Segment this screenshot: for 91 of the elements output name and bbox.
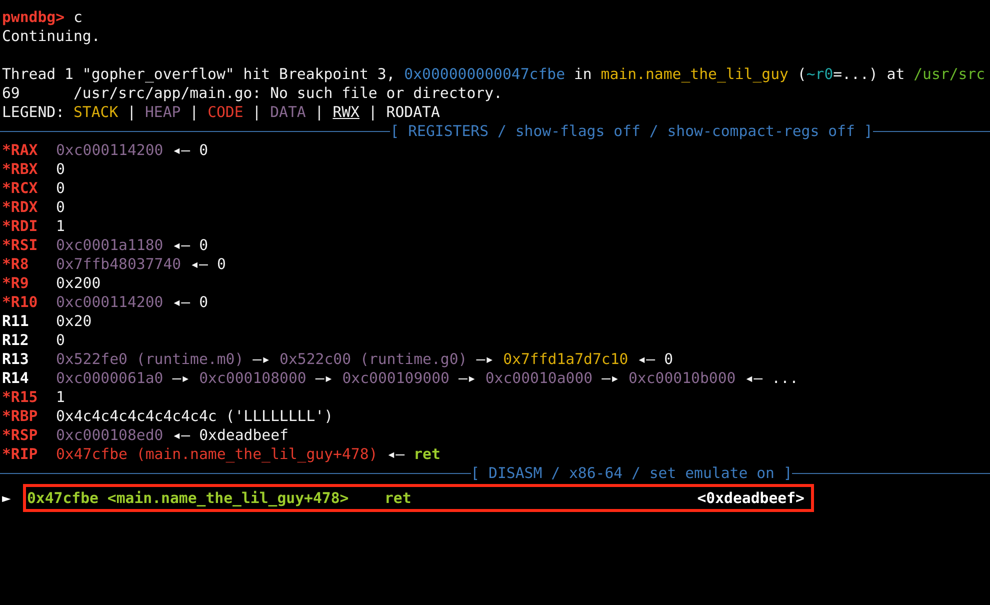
- heap-text: 0xc0001a1180: [56, 236, 164, 255]
- output-text: 0x200: [56, 274, 101, 293]
- output-text: 0x4c4c4c4c4c4c4c4c ('LLLLLLLL'): [56, 407, 334, 426]
- section-title: [ DISASM / x86-64 / set emulate on ]: [470, 464, 792, 483]
- register-name: *RDI: [2, 217, 39, 236]
- output-text: —▸: [315, 369, 334, 388]
- output-text: —▸: [602, 369, 620, 388]
- output-text: 0: [664, 350, 674, 369]
- output-text: in: [572, 65, 593, 84]
- heap-text: 0x522c00 (runtime.g0): [280, 350, 468, 369]
- heap-text: HEAP: [145, 103, 181, 122]
- register-name: R12: [2, 331, 30, 350]
- output-text: 1: [56, 388, 65, 407]
- output-text: 1: [56, 217, 65, 236]
- output-text: |: [126, 103, 138, 122]
- stack-text: STACK: [74, 103, 118, 122]
- output-text: |: [251, 103, 262, 122]
- output-text: ◂—: [172, 426, 190, 445]
- heap-text: 0xc00010a000: [485, 369, 593, 388]
- output-text: —▸: [458, 369, 476, 388]
- heap-text: 0xc000114200: [56, 141, 164, 160]
- code-text: 0x47cfbe (main.name_the_lil_guy+478): [56, 445, 378, 464]
- pointer-icon: ►: [2, 488, 23, 508]
- address-text: 0x47cfbe <main.name_the_lil_guy+478>: [27, 488, 350, 508]
- register-name: *R8: [2, 255, 30, 274]
- output-text: Continuing.: [2, 27, 100, 46]
- heap-text: 0xc000108ed0: [56, 426, 164, 445]
- output-text: ◂—: [190, 255, 208, 274]
- symbol-text: main.name_the_lil_guy: [600, 65, 788, 84]
- output-text: ◂—: [172, 293, 190, 312]
- output-text: —▸: [172, 369, 190, 388]
- output-text: |: [188, 103, 200, 122]
- heap-text: 0xc000114200: [56, 293, 164, 312]
- register-name: *RAX: [2, 141, 39, 160]
- heap-text: 0xc0000061a0: [56, 369, 164, 388]
- rwx-text: RWX: [332, 103, 360, 122]
- output-text: 0: [56, 179, 65, 198]
- output-text: 0: [199, 236, 208, 255]
- output-text: ◂—: [637, 350, 656, 369]
- output-text: 0: [56, 160, 65, 179]
- register-name: R13: [2, 350, 30, 369]
- heap-text: 0xc000108000: [199, 369, 306, 388]
- output-text: 0: [56, 198, 65, 217]
- heap-text: 0xc00010b000: [628, 369, 736, 388]
- parameter-text: ~r0: [806, 65, 834, 84]
- section-title: [ REGISTERS / show-flags off / show-compact-regs off ]: [390, 122, 873, 141]
- output-text: 0xdeadbeef: [199, 426, 288, 445]
- output-text: ◂—: [172, 236, 190, 255]
- output-text: ...: [772, 369, 798, 388]
- output-text: 69 /usr/src/app/main.go: No such file or directory.: [2, 84, 502, 103]
- register-name: R11: [2, 312, 30, 331]
- instruction-text: ret: [384, 488, 412, 508]
- register-name: R14: [2, 369, 30, 388]
- prompt-text: pwndbg>: [2, 8, 66, 27]
- register-name: *RSI: [2, 236, 39, 255]
- register-name: *RSP: [2, 426, 39, 445]
- register-name: *R9: [2, 274, 30, 293]
- output-text: 0: [217, 255, 226, 274]
- output-text: (: [796, 65, 806, 84]
- code-text: CODE: [208, 103, 244, 122]
- output-text: LEGEND:: [2, 103, 66, 122]
- output-text: | RODATA: [367, 103, 440, 122]
- output-text: c: [74, 8, 82, 27]
- output-text: ◂—: [172, 141, 190, 160]
- heap-text: 0x522fe0 (runtime.m0): [56, 350, 244, 369]
- heap-text: 0xc000109000: [342, 369, 450, 388]
- data-text: DATA: [270, 103, 306, 122]
- comment-text: <0xdeadbeef>: [697, 488, 804, 508]
- address-text: 0x000000000047cfbe: [404, 65, 566, 84]
- instruction-text: ret: [414, 445, 440, 464]
- output-text: 0x20: [56, 312, 92, 331]
- output-text: 0: [199, 293, 208, 312]
- register-name: *RDX: [2, 198, 39, 217]
- output-text: —▸: [476, 350, 494, 369]
- register-name: *RBP: [2, 407, 39, 426]
- output-text: ◂—: [744, 369, 763, 388]
- output-text: 0: [199, 141, 208, 160]
- path-text: /usr/src: [914, 65, 986, 84]
- output-text: =...) at: [833, 65, 906, 84]
- register-name: *RBX: [2, 160, 39, 179]
- register-name: *R10: [2, 293, 39, 312]
- output-text: ◂—: [386, 445, 405, 464]
- heap-text: 0x7ffb48037740: [56, 255, 182, 274]
- output-text: 0: [56, 331, 65, 350]
- output-text: Thread 1 "gopher_overflow" hit Breakpoint 3,: [2, 65, 396, 84]
- stack-text: 0x7ffd1a7d7c10: [503, 350, 628, 369]
- output-text: |: [314, 103, 325, 122]
- register-name: *R15: [2, 388, 39, 407]
- output-text: —▸: [252, 350, 271, 369]
- register-name: *RCX: [2, 179, 39, 198]
- register-name: *RIP: [2, 445, 39, 464]
